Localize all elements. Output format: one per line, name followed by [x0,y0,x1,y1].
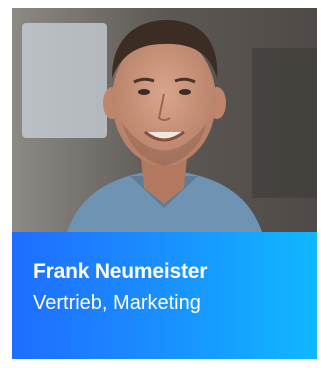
team-member-card: Frank Neumeister Vertrieb, Marketing [12,8,317,359]
person-name: Frank Neumeister [33,260,208,283]
caption-panel: Frank Neumeister Vertrieb, Marketing [12,232,317,359]
person-role: Vertrieb, Marketing [33,292,201,314]
portrait-photo [12,8,317,232]
